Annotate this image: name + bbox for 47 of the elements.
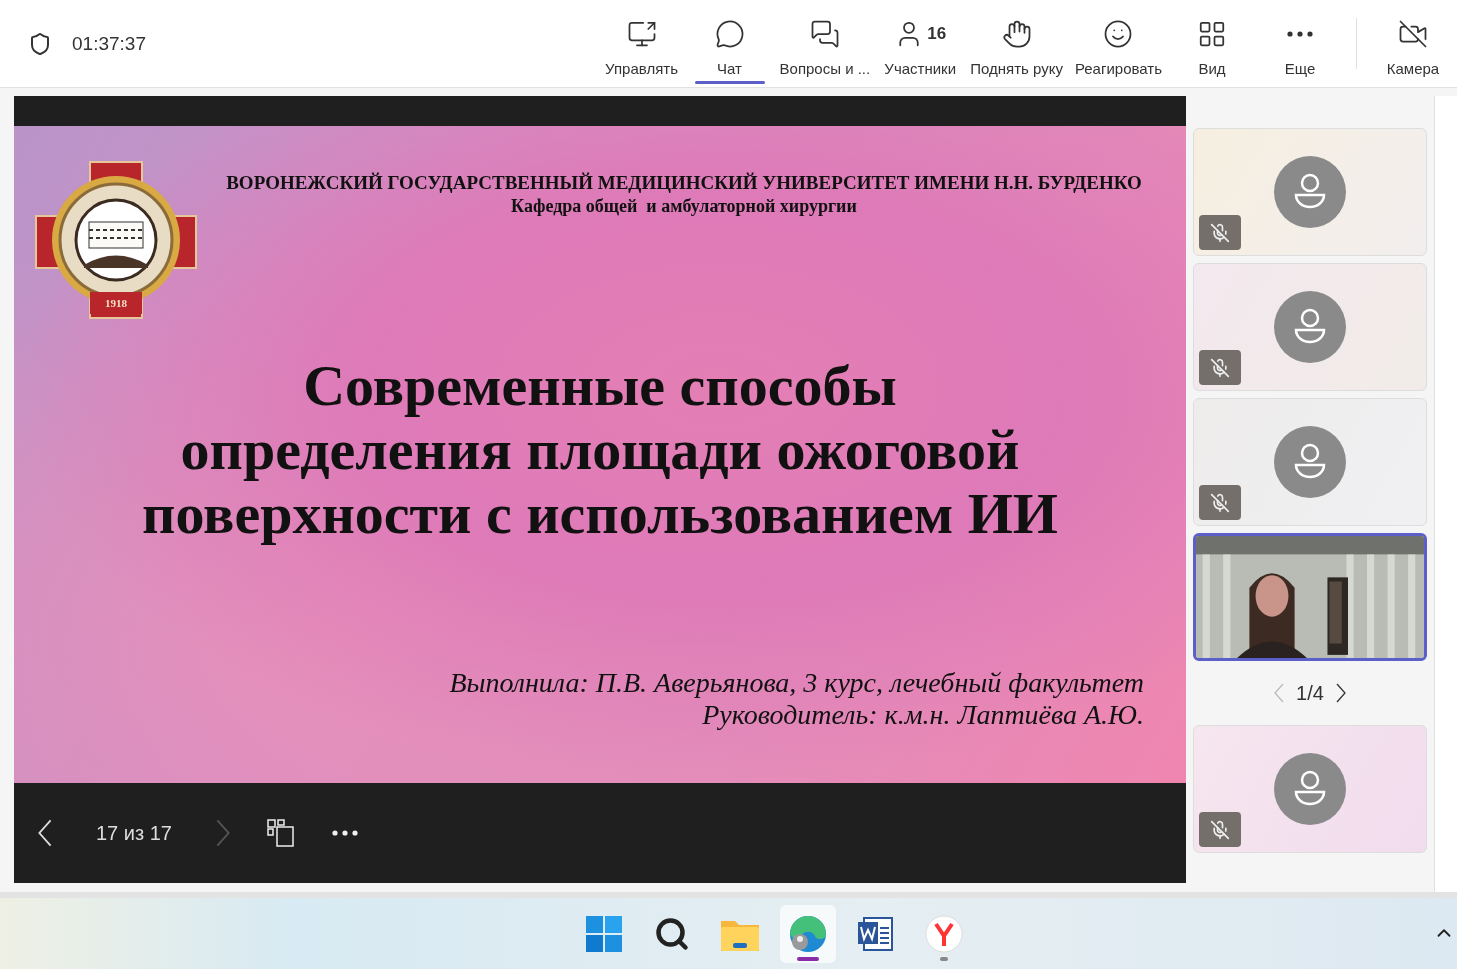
toolbar-button[interactable]: 16 Участники (876, 0, 965, 87)
department-name: Кафедра общей и амбулаторной хирургии (511, 196, 857, 217)
call-timer: 01:37:37 (72, 32, 146, 55)
shield-icon (28, 31, 52, 56)
mic-off-icon (1210, 819, 1230, 840)
toolbar-icon (626, 19, 657, 49)
windows-icon (585, 915, 622, 952)
person-icon (1293, 173, 1327, 211)
toolbar-icon (1001, 19, 1032, 49)
chevron-left-icon (1274, 683, 1285, 703)
browser-icon (924, 914, 963, 953)
toolbar-button[interactable]: Поднять руку (964, 0, 1069, 87)
toolbar-icon (1103, 19, 1134, 49)
toolbar-icon (809, 19, 840, 49)
chevron-right-icon (215, 819, 230, 847)
toolbar-icon (714, 19, 745, 49)
more-icon (1287, 31, 1313, 37)
slide-credit: Руководитель: к.м.н. Лаптиёва А.Ю. (702, 699, 1144, 731)
page-indicator: 1/4 (1296, 681, 1324, 705)
toolbar-button[interactable]: Реагировать (1068, 0, 1168, 87)
browser-icon (788, 914, 827, 953)
slide-title: Современные способы определения площади ожоговой поверхности с использованием ИИ (141, 354, 1059, 546)
slide-counter: 17 из 17 (96, 821, 172, 845)
participant-count: 16 (927, 24, 947, 44)
toolbar-button[interactable]: Еще (1256, 0, 1344, 87)
search-icon (653, 915, 690, 952)
toolbar-button[interactable]: Вопросы и ... (773, 0, 877, 87)
slide-credit: Выполнила: П.В. Аверьянова, 3 курс, лечебный факультет (449, 667, 1144, 699)
person-icon (1293, 308, 1327, 346)
toolbar-icon (1398, 19, 1428, 49)
logo-year: 1918 (104, 297, 128, 309)
toolbar-button[interactable]: Камера (1369, 0, 1457, 87)
toolbar-icon (1197, 19, 1227, 49)
more-icon (331, 830, 358, 836)
university-name: ВОРОНЕЖСКИЙ ГОСУДАРСТВЕННЫЙ МЕДИЦИНСКИЙ УНИВЕРСИТЕТ ИМЕНИ Н.Н. БУРДЕНКО (226, 172, 1142, 194)
person-icon (1293, 443, 1327, 481)
taskbar-app[interactable] (779, 904, 836, 963)
mic-off-icon (1210, 357, 1230, 378)
person-icon (1293, 770, 1327, 808)
toolbar-button[interactable]: Чат (685, 0, 774, 87)
toolbar-button[interactable]: Вид (1168, 0, 1256, 87)
mic-off-icon (1210, 492, 1230, 513)
chevron-left-icon (38, 819, 52, 847)
document-icon (857, 915, 894, 952)
chevron-right-icon (1335, 683, 1346, 703)
toolbar-button[interactable]: Управлять (597, 0, 686, 87)
mic-off-icon (1210, 222, 1230, 243)
